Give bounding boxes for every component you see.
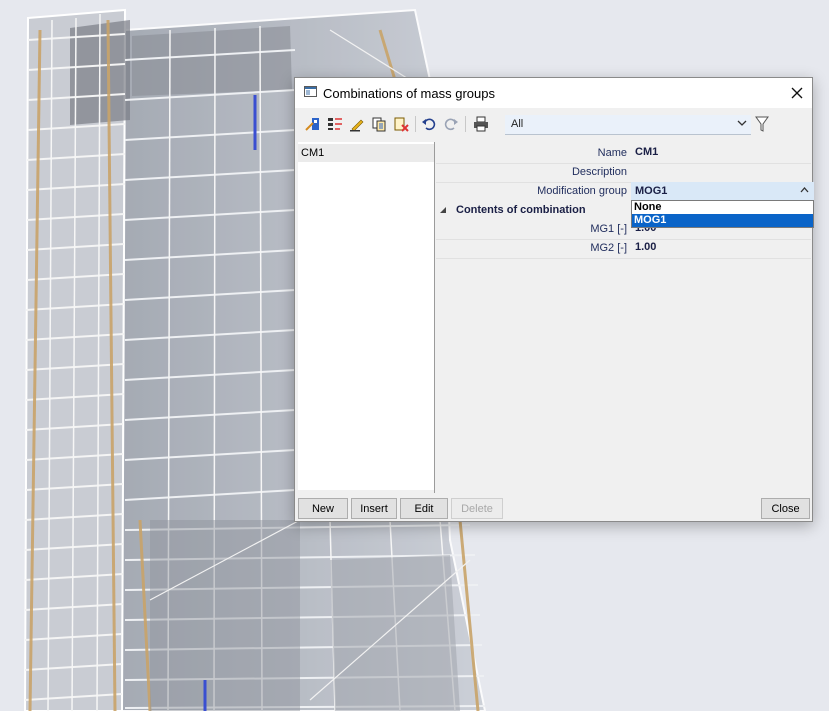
collapse-triangle-icon[interactable]	[439, 206, 447, 214]
edit-button[interactable]: Edit	[400, 498, 448, 519]
delete-button[interactable]: Delete	[451, 498, 503, 519]
property-label-name: Name	[597, 147, 627, 159]
toolbar-separator	[465, 116, 466, 132]
combinations-dialog: Combinations of mass groups All CM1 Name…	[294, 77, 814, 522]
list-item[interactable]: CM1	[298, 144, 434, 162]
property-row-name: Name CM1	[436, 144, 811, 164]
print-icon[interactable]	[471, 114, 491, 134]
contents-section-title: Contents of combination	[456, 204, 586, 216]
property-value-mg2[interactable]: 1.00	[635, 241, 656, 253]
edit-properties-icon[interactable]	[325, 114, 345, 134]
close-button[interactable]: Close	[761, 498, 810, 519]
modification-group-dropdown: None MOG1	[631, 200, 814, 228]
close-icon	[791, 87, 803, 99]
combinations-list[interactable]: CM1	[298, 142, 434, 490]
modification-group-select[interactable]: MOG1	[631, 182, 814, 201]
panel-splitter[interactable]	[434, 142, 435, 493]
redo-icon[interactable]	[441, 114, 461, 134]
property-row-mg2: MG2 [-] 1.00	[436, 239, 811, 259]
delete-icon[interactable]	[391, 114, 411, 134]
dialog-titlebar[interactable]: Combinations of mass groups	[295, 78, 812, 108]
filter-funnel-icon[interactable]	[755, 116, 769, 132]
dialog-toolbar: All	[299, 112, 807, 136]
toolbar-separator	[415, 116, 416, 132]
undo-icon[interactable]	[419, 114, 439, 134]
property-row-description: Description	[436, 163, 811, 183]
property-label-mg2: MG2 [-]	[590, 242, 627, 254]
list-item-label: CM1	[301, 147, 325, 159]
dropdown-option-label: MOG1	[634, 214, 667, 226]
dialog-title: Combinations of mass groups	[323, 86, 495, 101]
property-label-description: Description	[571, 166, 627, 178]
pick-icon[interactable]	[303, 114, 323, 134]
close-window-button[interactable]	[782, 78, 812, 108]
pencil-icon[interactable]	[347, 114, 367, 134]
dropdown-option-mog1[interactable]: MOG1	[632, 214, 813, 227]
copy-icon[interactable]	[369, 114, 389, 134]
insert-button[interactable]: Insert	[351, 498, 397, 519]
filter-select[interactable]: All	[505, 115, 751, 135]
chevron-down-icon	[737, 120, 747, 126]
dialog-button-bar: New Insert Edit Delete Close	[295, 498, 812, 522]
filter-select-value: All	[511, 118, 524, 130]
properties-grid: Name CM1 Description Modification group …	[436, 142, 814, 492]
property-value-name[interactable]: CM1	[635, 146, 658, 158]
dropdown-option-none[interactable]: None	[632, 201, 813, 214]
dropdown-option-label: None	[634, 201, 662, 213]
chevron-up-icon	[800, 187, 809, 193]
new-button[interactable]: New	[298, 498, 348, 519]
window-icon	[304, 86, 317, 97]
property-label-modification-group: Modification group	[537, 185, 627, 197]
property-label-mg1: MG1 [-]	[590, 223, 627, 235]
property-row-modification-group: Modification group MOG1	[436, 182, 814, 201]
modification-group-value: MOG1	[635, 185, 668, 197]
